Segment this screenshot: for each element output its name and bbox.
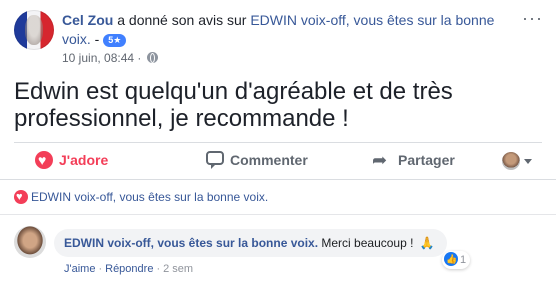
action-bar: J'adore Commenter ➦ Partager bbox=[14, 142, 542, 174]
timestamp[interactable]: 10 juin, 08:44 · bbox=[62, 51, 145, 65]
reactor-page-name[interactable]: EDWIN voix-off, vous êtes sur la bonne v… bbox=[31, 190, 268, 204]
rating-badge: 5★ bbox=[103, 34, 127, 47]
reaction-selector-avatar[interactable] bbox=[502, 152, 520, 170]
comment-button[interactable]: Commenter bbox=[206, 149, 308, 171]
post-text: Edwin est quelqu'un d'agréable et de trè… bbox=[14, 78, 453, 132]
heart-icon bbox=[35, 151, 53, 169]
caret-down-icon[interactable] bbox=[524, 159, 532, 164]
love-label: J'adore bbox=[59, 152, 109, 168]
reply-like-link[interactable]: J'aime bbox=[64, 263, 95, 275]
share-icon: ➦ bbox=[372, 150, 388, 170]
header-separator: - bbox=[90, 31, 104, 47]
reply-avatar[interactable] bbox=[14, 226, 46, 258]
comment-label: Commenter bbox=[230, 152, 308, 168]
love-button[interactable]: J'adore bbox=[35, 149, 109, 171]
avatar-face bbox=[25, 15, 43, 45]
reactors-line[interactable]: EDWIN voix-off, vous êtes sur la bonne v… bbox=[14, 190, 268, 205]
comment-icon bbox=[206, 151, 224, 169]
like-count: 1 bbox=[460, 254, 467, 266]
divider bbox=[0, 179, 556, 180]
share-label: Partager bbox=[398, 152, 455, 168]
action-text: a donné son avis sur bbox=[113, 12, 251, 28]
reply-bubble: EDWIN voix-off, vous êtes sur la bonne v… bbox=[54, 229, 447, 257]
more-options-icon[interactable]: ··· bbox=[522, 9, 544, 27]
reply-reply-link[interactable]: Répondre bbox=[105, 263, 153, 275]
post-meta: 10 juin, 08:44 · bbox=[62, 51, 158, 65]
share-button[interactable]: ➦ Partager bbox=[372, 149, 455, 171]
reply-time[interactable]: 2 sem bbox=[163, 263, 193, 275]
reply-text: Merci beaucoup ! bbox=[318, 236, 417, 250]
pray-icon: 🙏 bbox=[419, 236, 435, 250]
like-icon bbox=[444, 252, 458, 266]
author-avatar[interactable] bbox=[14, 10, 54, 50]
header-text: Cel Zou a donné son avis sur EDWIN voix-… bbox=[62, 11, 522, 49]
reply-meta: J'aime · Répondre · 2 sem bbox=[64, 262, 193, 276]
reply-author[interactable]: EDWIN voix-off, vous êtes sur la bonne v… bbox=[64, 236, 318, 250]
divider bbox=[0, 214, 556, 215]
dot-separator: · bbox=[156, 263, 161, 275]
author-name[interactable]: Cel Zou bbox=[62, 12, 113, 28]
globe-icon bbox=[146, 52, 158, 63]
post-header: Cel Zou a donné son avis sur EDWIN voix-… bbox=[0, 0, 556, 66]
review-post: Cel Zou a donné son avis sur EDWIN voix-… bbox=[0, 0, 556, 281]
reply-reaction-count[interactable]: 1 bbox=[442, 251, 471, 269]
dot-separator: · bbox=[98, 263, 103, 275]
small-heart-icon bbox=[14, 190, 28, 204]
